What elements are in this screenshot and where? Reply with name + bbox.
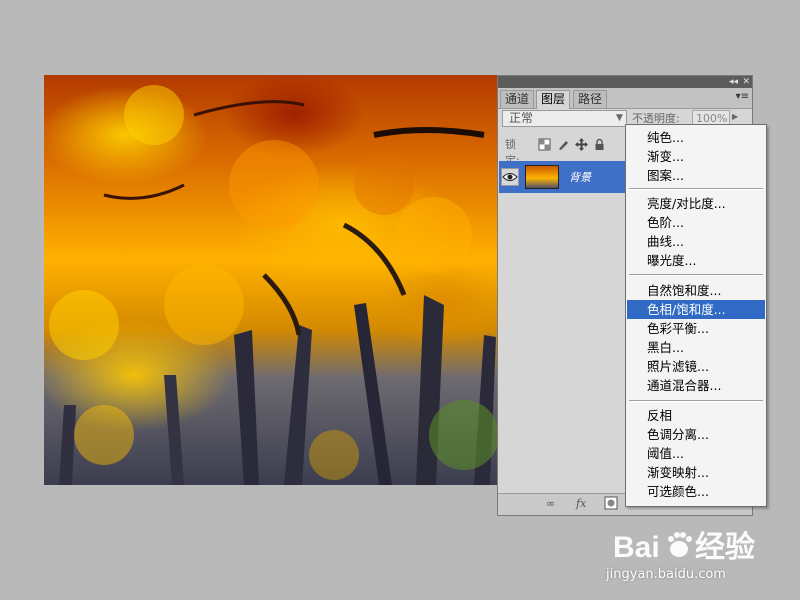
eye-icon[interactable] — [501, 168, 519, 186]
blend-mode-select[interactable]: 正常 — [502, 110, 627, 127]
menu-item-curves[interactable]: 曲线... — [627, 232, 765, 251]
menu-item-gradient-map[interactable]: 渐变映射... — [627, 463, 765, 482]
close-panel-icon[interactable]: ✕ — [742, 76, 750, 88]
collapse-panel-icon[interactable]: ◂◂ — [729, 76, 738, 88]
layer-name[interactable]: 背景 — [569, 169, 591, 185]
svg-text:Bai: Bai — [613, 531, 660, 564]
menu-separator — [629, 188, 763, 190]
panel-tabs: 通道 图层 路径 ▾≡ — [498, 88, 752, 109]
layer-style-fx-icon[interactable]: fx — [576, 497, 586, 510]
menu-item-channel-mixer[interactable]: 通道混合器... — [627, 376, 765, 395]
menu-item-color-balance[interactable]: 色彩平衡... — [627, 319, 765, 338]
menu-item-exposure[interactable]: 曝光度... — [627, 251, 765, 270]
chevron-down-icon: ▼ — [616, 113, 623, 123]
adjustment-layer-menu: 纯色... 渐变... 图案... 亮度/对比度... 色阶... 曲线... … — [625, 124, 767, 507]
tab-layers[interactable]: 图层 — [536, 90, 571, 109]
svg-text:经验: 经验 — [695, 530, 755, 564]
watermark-url: jingyan.baidu.com — [606, 567, 726, 582]
menu-item-pattern[interactable]: 图案... — [627, 166, 765, 185]
lock-transparent-pixels-icon[interactable] — [538, 138, 551, 151]
lock-position-icon[interactable] — [575, 138, 588, 151]
tab-paths[interactable]: 路径 — [573, 90, 608, 108]
menu-item-hue-saturation[interactable]: 色相/饱和度... — [627, 300, 765, 319]
lock-all-icon[interactable] — [593, 138, 606, 151]
link-layers-icon[interactable]: ∞ — [546, 497, 555, 510]
panel-titlebar: ◂◂ ✕ — [498, 76, 752, 88]
autumn-trees-image — [49, 85, 497, 485]
panel-menu-icon[interactable]: ▾≡ — [736, 91, 749, 102]
layer-row-background[interactable]: 背景 — [499, 161, 629, 193]
menu-separator — [629, 274, 763, 276]
menu-item-photo-filter[interactable]: 照片滤镜... — [627, 357, 765, 376]
menu-item-solid-color[interactable]: 纯色... — [627, 128, 765, 147]
menu-separator — [629, 400, 763, 402]
menu-item-posterize[interactable]: 色调分离... — [627, 425, 765, 444]
menu-item-selective-color[interactable]: 可选颜色... — [627, 482, 765, 501]
layer-mask-icon[interactable] — [604, 496, 618, 513]
menu-item-invert[interactable]: 反相 — [627, 406, 765, 425]
lock-image-pixels-icon[interactable] — [557, 138, 570, 151]
tab-channels[interactable]: 通道 — [500, 90, 535, 108]
menu-item-brightness-contrast[interactable]: 亮度/对比度... — [627, 194, 765, 213]
document-canvas-photo[interactable] — [44, 75, 497, 485]
menu-item-black-white[interactable]: 黑白... — [627, 338, 765, 357]
menu-item-vibrance[interactable]: 自然饱和度... — [627, 281, 765, 300]
chevron-right-icon[interactable]: ▶ — [732, 112, 738, 121]
menu-item-levels[interactable]: 色阶... — [627, 213, 765, 232]
menu-item-threshold[interactable]: 阈值... — [627, 444, 765, 463]
layer-thumbnail — [525, 165, 559, 189]
menu-item-gradient[interactable]: 渐变... — [627, 147, 765, 166]
